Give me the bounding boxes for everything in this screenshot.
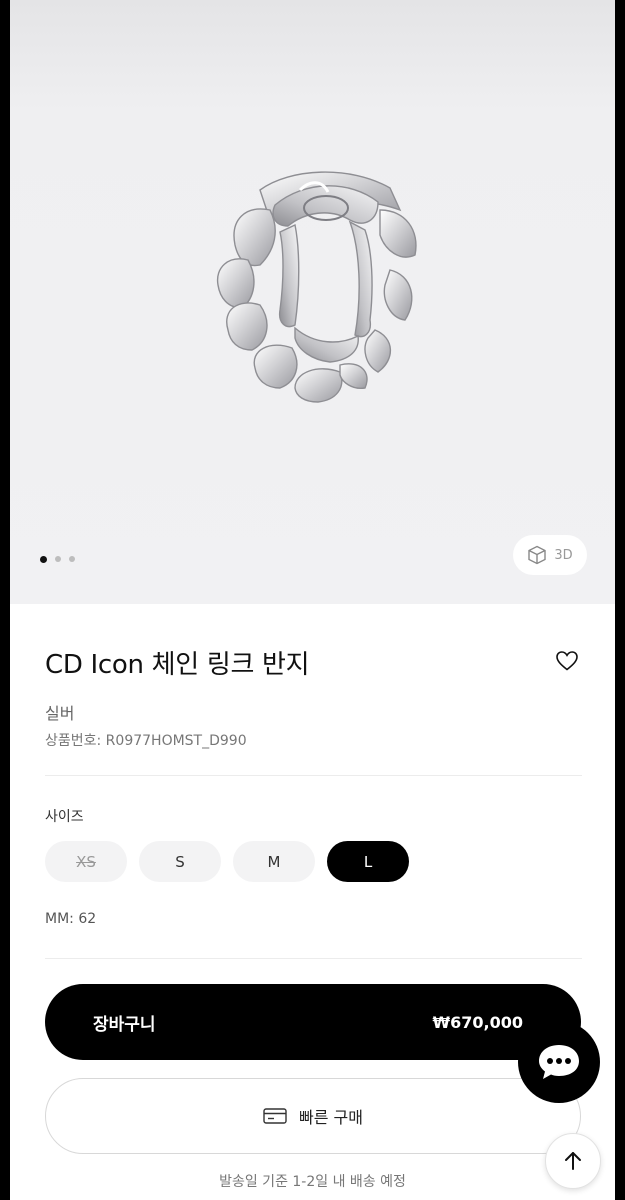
view-3d-label: 3D [554,547,573,563]
chat-button[interactable] [518,1021,600,1103]
divider [45,958,582,959]
product-screen: 3D CD Icon 체인 링크 반지 실버 상품번호: R0977HOMST_… [10,0,615,1200]
chat-icon [539,1045,579,1079]
gallery-dot[interactable] [55,556,61,562]
size-options: XS S M L [45,841,409,882]
product-color: 실버 [45,704,75,723]
card-icon [263,1108,287,1124]
gallery-pagination [40,555,75,563]
product-title: CD Icon 체인 링크 반지 [45,650,310,680]
price: ₩670,000 [432,1012,523,1032]
size-option-l[interactable]: L [327,841,409,882]
size-mm-text: MM: 62 [45,911,97,927]
scroll-top-button[interactable] [545,1133,601,1189]
ring-product-image [216,171,417,403]
shipping-note: 발송일 기준 1-2일 내 배송 예정 [219,1174,406,1190]
quick-buy-label: 빠른 구매 [299,1108,363,1127]
quick-buy-button[interactable]: 빠른 구매 [45,1078,581,1154]
product-sku: 상품번호: R0977HOMST_D990 [45,733,247,749]
heart-icon[interactable] [555,649,579,673]
product-gallery[interactable]: 3D [10,0,615,604]
cart-label: 장바구니 [93,1014,156,1035]
divider [45,775,582,776]
size-label: 사이즈 [45,809,84,825]
gallery-dot-active[interactable] [40,555,47,563]
size-option-s[interactable]: S [139,841,221,882]
view-3d-button[interactable]: 3D [513,535,587,575]
size-option-xs[interactable]: XS [45,841,127,882]
size-option-m[interactable]: M [233,841,315,882]
arrow-up-icon [565,1152,581,1170]
add-to-cart-button[interactable]: 장바구니 ₩670,000 [45,984,581,1060]
gallery-dot[interactable] [69,556,75,562]
cube-3d-icon [528,545,547,565]
